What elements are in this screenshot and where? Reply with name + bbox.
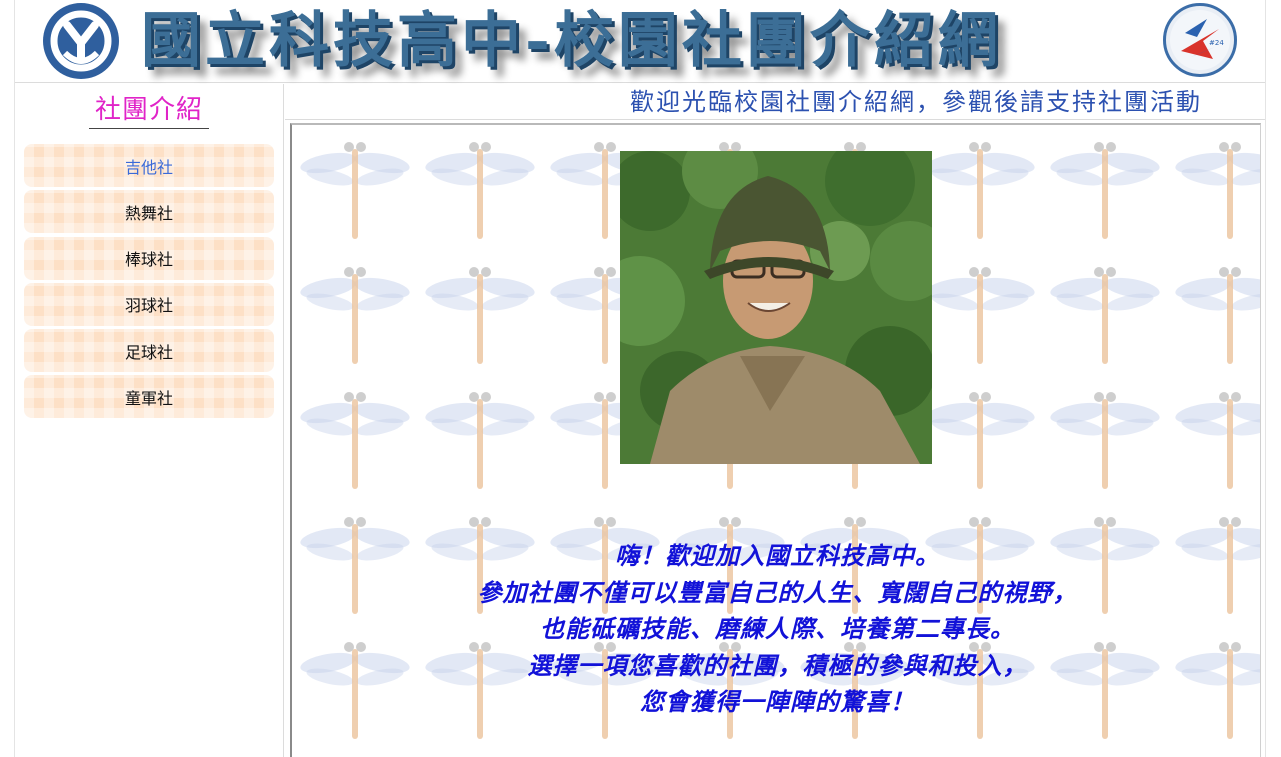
menu-item-badminton[interactable]: 羽球社 <box>24 282 274 326</box>
welcome-line: 選擇一項您喜歡的社團，積極的參與和投入， <box>527 650 1028 680</box>
site-banner: 國立科技高中-校園社團介紹網 #24 <box>15 0 1265 83</box>
marquee-text: 歡迎光臨校園社團介紹網，參觀後請支持社團活動 <box>630 88 1202 116</box>
welcome-line: 也能砥礪技能、磨練人際、培養第二專長。 <box>540 614 1015 643</box>
menu-item-dance[interactable]: 熱舞社 <box>24 190 274 234</box>
menu-item-guitar[interactable]: 吉他社 <box>24 144 274 187</box>
menu-item-scouts[interactable]: 童軍社 <box>24 375 274 419</box>
welcome-line: 參加社團不僅可以豐富自己的人生、寬闊自己的視野， <box>477 577 1078 607</box>
club-menu: 吉他社 熱舞社 棒球社 羽球社 足球社 童軍社 <box>24 144 274 422</box>
marquee-banner: 歡迎光臨校園社團介紹網，參觀後請支持社團活動 <box>285 84 1265 120</box>
school-emblem-icon <box>43 3 119 79</box>
content-panel: 嗨！歡迎加入國立科技高中。 參加社團不僅可以豐富自己的人生、寬闊自己的視野， 也… <box>290 123 1261 757</box>
star-badge-icon: #24 <box>1163 3 1237 77</box>
sidebar: 社團介紹 吉他社 熱舞社 棒球社 羽球社 足球社 童軍社 <box>15 84 284 757</box>
welcome-line: 您會獲得一陣陣的驚喜！ <box>640 687 915 716</box>
sidebar-title: 社團介紹 <box>89 92 209 129</box>
menu-item-soccer[interactable]: 足球社 <box>24 329 274 373</box>
site-title: 國立科技高中-校園社團介紹網 <box>141 6 1002 76</box>
portrait-photo-icon <box>620 151 932 464</box>
welcome-message: 嗨！歡迎加入國立科技高中。 參加社團不僅可以豐富自己的人生、寬闊自己的視野， 也… <box>292 538 1260 721</box>
welcome-line: 嗨！歡迎加入國立科技高中。 <box>615 541 940 570</box>
svg-text:#24: #24 <box>1209 39 1224 47</box>
menu-item-baseball[interactable]: 棒球社 <box>24 236 274 280</box>
